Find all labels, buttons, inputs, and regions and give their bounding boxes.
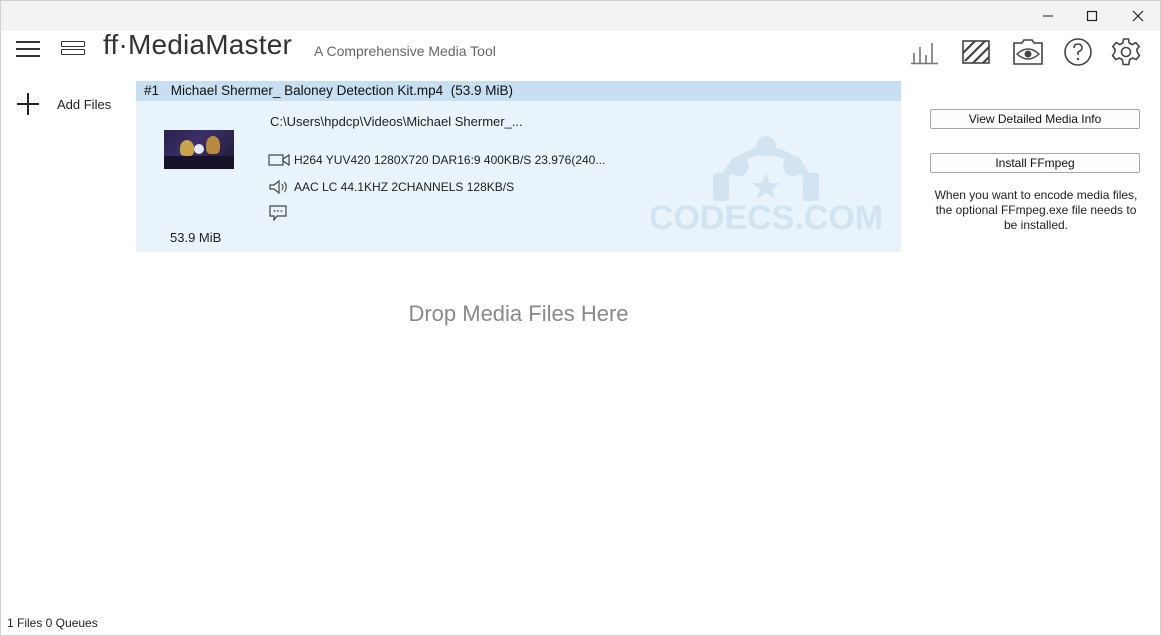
add-files-button[interactable]: Add Files xyxy=(15,90,125,118)
queue-stack-icon[interactable] xyxy=(61,41,87,57)
maximize-icon xyxy=(1086,10,1098,22)
audio-stream-line: AAC LC 44.1KHZ 2CHANNELS 128KB/S xyxy=(268,179,514,195)
audio-stream-info: AAC LC 44.1KHZ 2CHANNELS 128KB/S xyxy=(294,180,515,194)
minimize-button[interactable] xyxy=(1025,1,1071,31)
media-item[interactable]: #1 Michael Shermer_ Baloney Detection Ki… xyxy=(136,81,901,252)
speaker-icon xyxy=(268,179,290,195)
settings-gear-icon[interactable] xyxy=(1110,36,1142,68)
title-bar xyxy=(1,1,1160,31)
drop-zone-text: Drop Media Files Here xyxy=(408,301,629,326)
media-item-filename: Michael Shermer_ Baloney Detection Kit.m… xyxy=(170,83,444,98)
video-thumbnail[interactable] xyxy=(164,130,234,169)
app-subtitle: A Comprehensive Media Tool xyxy=(314,43,496,59)
preview-eye-icon[interactable] xyxy=(1012,36,1044,68)
watermark-text: CODECS.COM xyxy=(651,199,881,237)
media-item-index: #1 xyxy=(144,83,160,98)
install-ffmpeg-button[interactable]: Install FFmpeg xyxy=(930,153,1140,173)
stripes-icon[interactable] xyxy=(960,36,992,68)
status-bar: 1 Files 0 Queues xyxy=(7,616,98,630)
subtitle-stream-line xyxy=(268,205,294,221)
maximize-button[interactable] xyxy=(1069,1,1115,31)
video-stream-line: H264 YUV420 1280X720 DAR16:9 400KB/S 23.… xyxy=(268,152,605,168)
video-camera-icon xyxy=(268,152,290,168)
bar-chart-icon[interactable] xyxy=(909,36,941,68)
video-stream-info: H264 YUV420 1280X720 DAR16:9 400KB/S 23.… xyxy=(294,153,606,167)
subtitle-chat-icon xyxy=(268,205,290,221)
minimize-icon xyxy=(1043,15,1053,17)
help-icon[interactable] xyxy=(1062,36,1094,68)
media-item-size: 53.9 MiB xyxy=(170,230,222,245)
media-item-header: #1 Michael Shermer_ Baloney Detection Ki… xyxy=(136,81,901,101)
close-button[interactable] xyxy=(1115,1,1161,31)
hamburger-menu-icon[interactable] xyxy=(16,40,40,58)
ffmpeg-note: When you want to encode media files, the… xyxy=(934,188,1138,232)
close-icon xyxy=(1132,10,1144,22)
view-media-info-button[interactable]: View Detailed Media Info xyxy=(930,109,1140,129)
codecs-watermark: CODECS.COM xyxy=(651,136,881,237)
add-files-label: Add Files xyxy=(57,96,112,112)
media-item-path: C:\Users\hpdcp\Videos\Michael Shermer_..… xyxy=(270,114,523,129)
plus-icon xyxy=(15,91,41,117)
app-title: ff·MediaMaster xyxy=(103,29,293,60)
media-item-header-size: (53.9 MiB) xyxy=(450,83,513,98)
